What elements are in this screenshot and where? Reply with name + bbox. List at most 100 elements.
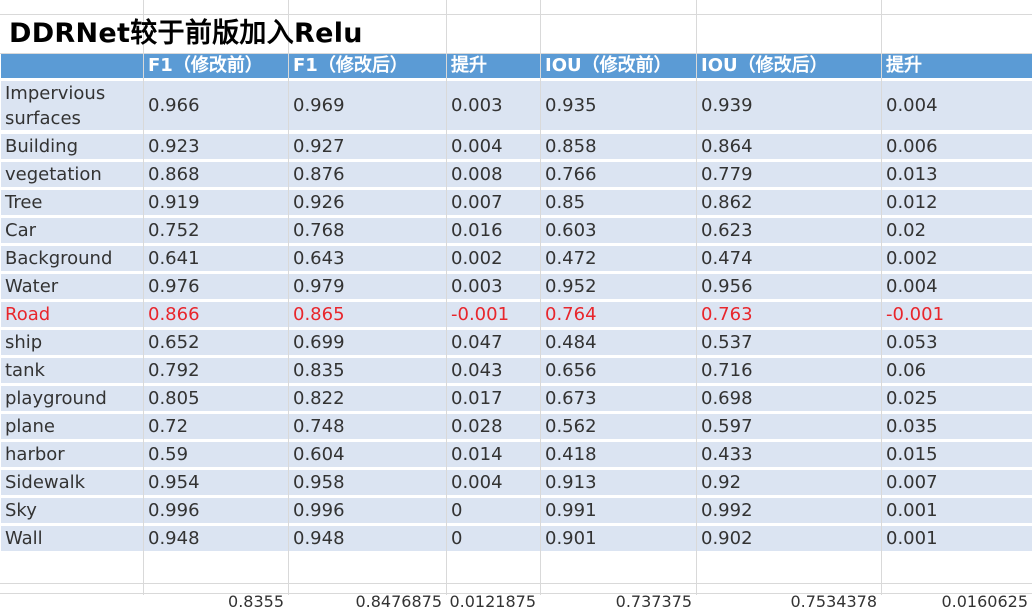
table-cell[interactable]: 0.866: [144, 302, 288, 327]
row-label[interactable]: playground: [1, 386, 143, 411]
table-cell[interactable]: 0.902: [697, 526, 881, 551]
average-cell[interactable]: 0.0121875: [447, 591, 536, 613]
average-cell[interactable]: 0.737375: [541, 591, 692, 613]
table-cell[interactable]: 0.698: [697, 386, 881, 411]
table-cell[interactable]: 0.919: [144, 190, 288, 215]
table-cell[interactable]: 0.927: [289, 134, 446, 159]
table-cell[interactable]: 0.053: [882, 330, 1032, 355]
table-cell[interactable]: 0.537: [697, 330, 881, 355]
table-cell[interactable]: 0.02: [882, 218, 1032, 243]
table-cell[interactable]: 0.85: [541, 190, 696, 215]
table-cell[interactable]: 0.979: [289, 274, 446, 299]
table-cell[interactable]: 0.901: [541, 526, 696, 551]
table-cell[interactable]: 0.865: [289, 302, 446, 327]
table-cell[interactable]: -0.001: [882, 302, 1032, 327]
table-cell[interactable]: 0.006: [882, 134, 1032, 159]
table-cell[interactable]: 0.603: [541, 218, 696, 243]
row-label[interactable]: vegetation: [1, 162, 143, 187]
row-label[interactable]: Car: [1, 218, 143, 243]
table-cell[interactable]: 0.822: [289, 386, 446, 411]
row-label[interactable]: Wall: [1, 526, 143, 551]
table-cell[interactable]: 0.597: [697, 414, 881, 439]
table-cell[interactable]: 0.868: [144, 162, 288, 187]
table-cell[interactable]: 0.015: [882, 442, 1032, 467]
table-cell[interactable]: 0.028: [447, 414, 540, 439]
table-cell[interactable]: 0: [447, 498, 540, 523]
table-cell[interactable]: 0.641: [144, 246, 288, 271]
table-cell[interactable]: 0.025: [882, 386, 1032, 411]
table-cell[interactable]: 0.656: [541, 358, 696, 383]
table-cell[interactable]: 0.858: [541, 134, 696, 159]
table-cell[interactable]: 0.954: [144, 470, 288, 495]
table-cell[interactable]: 0.017: [447, 386, 540, 411]
table-cell[interactable]: 0.835: [289, 358, 446, 383]
table-cell[interactable]: 0.013: [882, 162, 1032, 187]
row-label[interactable]: Building: [1, 134, 143, 159]
table-cell[interactable]: 0.72: [144, 414, 288, 439]
table-cell[interactable]: 0.012: [882, 190, 1032, 215]
table-cell[interactable]: 0.433: [697, 442, 881, 467]
table-cell[interactable]: 0.002: [882, 246, 1032, 271]
table-cell[interactable]: 0.996: [289, 498, 446, 523]
row-label[interactable]: Background: [1, 246, 143, 271]
table-cell[interactable]: 0.748: [289, 414, 446, 439]
table-cell[interactable]: 0.996: [144, 498, 288, 523]
table-cell[interactable]: 0.763: [697, 302, 881, 327]
table-cell[interactable]: 0.604: [289, 442, 446, 467]
table-cell[interactable]: 0.043: [447, 358, 540, 383]
table-cell[interactable]: 0.792: [144, 358, 288, 383]
average-cell[interactable]: 0.8476875: [289, 591, 442, 613]
table-cell[interactable]: 0.002: [447, 246, 540, 271]
table-cell[interactable]: 0.779: [697, 162, 881, 187]
row-label[interactable]: harbor: [1, 442, 143, 467]
table-cell[interactable]: 0.004: [447, 470, 540, 495]
table-cell[interactable]: 0.948: [144, 526, 288, 551]
table-cell[interactable]: 0.472: [541, 246, 696, 271]
table-cell[interactable]: 0.474: [697, 246, 881, 271]
table-cell[interactable]: 0.92: [697, 470, 881, 495]
table-cell[interactable]: 0.976: [144, 274, 288, 299]
table-cell[interactable]: 0.418: [541, 442, 696, 467]
table-cell[interactable]: 0.008: [447, 162, 540, 187]
table-cell[interactable]: 0.952: [541, 274, 696, 299]
table-cell[interactable]: 0.992: [697, 498, 881, 523]
table-cell[interactable]: 0.862: [697, 190, 881, 215]
table-cell[interactable]: 0.864: [697, 134, 881, 159]
row-label[interactable]: Sidewalk: [1, 470, 143, 495]
table-cell[interactable]: 0.699: [289, 330, 446, 355]
table-cell[interactable]: 0.001: [882, 498, 1032, 523]
table-cell[interactable]: 0.59: [144, 442, 288, 467]
row-label[interactable]: tank: [1, 358, 143, 383]
header-blank[interactable]: [1, 54, 143, 78]
row-label[interactable]: Impervious surfaces: [1, 81, 143, 130]
row-label[interactable]: Sky: [1, 498, 143, 523]
table-cell[interactable]: 0.652: [144, 330, 288, 355]
table-cell[interactable]: 0.007: [447, 190, 540, 215]
table-cell[interactable]: 0.035: [882, 414, 1032, 439]
table-cell[interactable]: 0.673: [541, 386, 696, 411]
table-cell[interactable]: 0.876: [289, 162, 446, 187]
table-cell[interactable]: 0.004: [447, 134, 540, 159]
table-cell[interactable]: 0.766: [541, 162, 696, 187]
table-cell[interactable]: 0.003: [447, 274, 540, 299]
table-cell[interactable]: 0.484: [541, 330, 696, 355]
table-cell[interactable]: 0.939: [697, 81, 881, 130]
average-cell[interactable]: 0.7534378: [697, 591, 877, 613]
table-cell[interactable]: 0.623: [697, 218, 881, 243]
table-cell[interactable]: 0.966: [144, 81, 288, 130]
table-cell[interactable]: 0.958: [289, 470, 446, 495]
row-label[interactable]: plane: [1, 414, 143, 439]
table-cell[interactable]: 0.004: [882, 274, 1032, 299]
table-cell[interactable]: 0.016: [447, 218, 540, 243]
table-cell[interactable]: 0.752: [144, 218, 288, 243]
header-f1-before[interactable]: F1（修改前）: [144, 54, 288, 78]
header-iou-before[interactable]: IOU（修改前）: [541, 54, 696, 78]
table-cell[interactable]: 0.001: [882, 526, 1032, 551]
table-cell[interactable]: 0.764: [541, 302, 696, 327]
row-label[interactable]: ship: [1, 330, 143, 355]
table-cell[interactable]: 0: [447, 526, 540, 551]
table-cell[interactable]: 0.562: [541, 414, 696, 439]
table-cell[interactable]: 0.06: [882, 358, 1032, 383]
table-cell[interactable]: 0.716: [697, 358, 881, 383]
table-cell[interactable]: 0.991: [541, 498, 696, 523]
